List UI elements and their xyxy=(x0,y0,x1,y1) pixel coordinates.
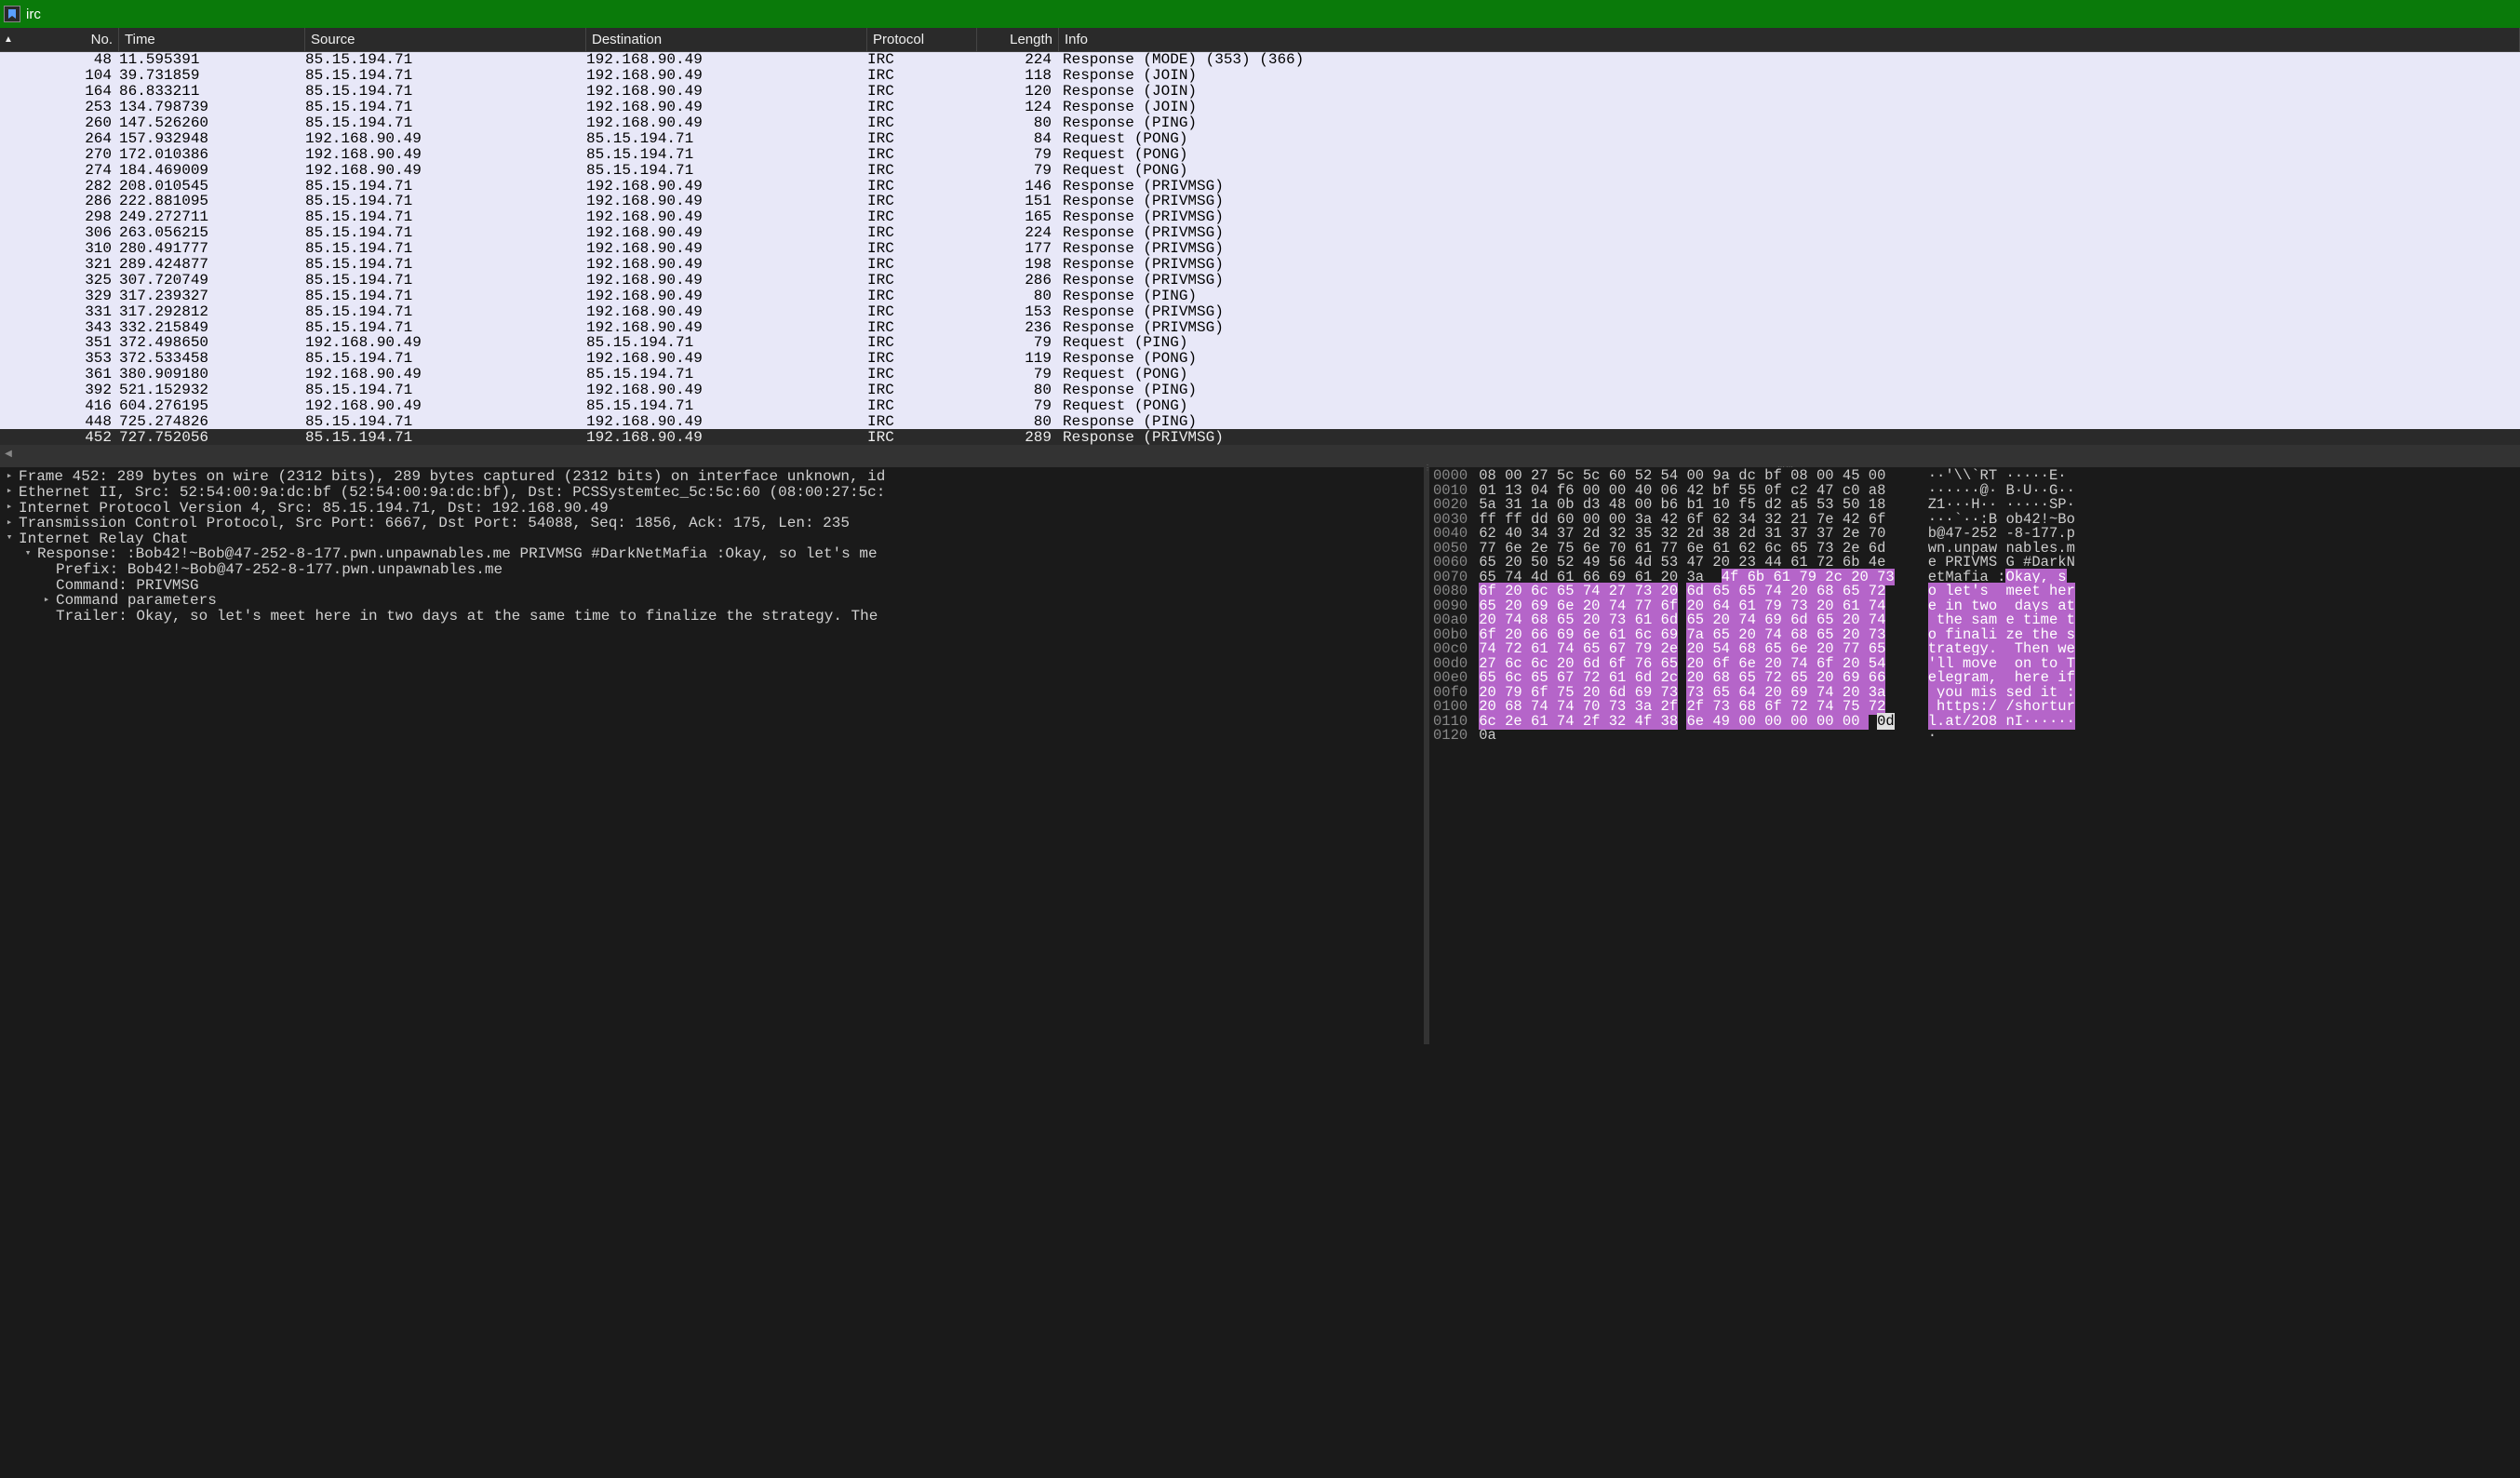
packet-row[interactable]: 331317.29281285.15.194.71192.168.90.49IR… xyxy=(0,303,2520,319)
packet-row[interactable]: 298249.27271185.15.194.71192.168.90.49IR… xyxy=(0,209,2520,225)
tree-item[interactable]: ▸Transmission Control Protocol, Src Port… xyxy=(0,516,1424,531)
disclosure-triangle-icon[interactable]: ▸ xyxy=(0,518,19,529)
tree-item-label: Transmission Control Protocol, Src Port:… xyxy=(19,516,850,531)
tree-item[interactable]: ···Command: PRIVMSG xyxy=(0,578,1424,594)
tree-item-label: Response: :Bob42!~Bob@47-252-8-177.pwn.u… xyxy=(37,546,878,562)
column-header-length[interactable]: Length xyxy=(977,28,1059,51)
packet-row[interactable]: 329317.23932785.15.194.71192.168.90.49IR… xyxy=(0,288,2520,303)
packet-row[interactable]: 343332.21584985.15.194.71192.168.90.49IR… xyxy=(0,319,2520,335)
column-label: Destination xyxy=(592,32,662,47)
tree-item[interactable]: ▸Ethernet II, Src: 52:54:00:9a:dc:bf (52… xyxy=(0,485,1424,501)
packet-row[interactable]: 253134.79873985.15.194.71192.168.90.49IR… xyxy=(0,100,2520,115)
hex-ascii-column[interactable]: ··'\\`RT ·····E·······@· B·U··G··Z1···H·… xyxy=(1928,469,2075,1042)
tree-item[interactable]: ▸Internet Protocol Version 4, Src: 85.15… xyxy=(0,501,1424,517)
packet-details-tree[interactable]: ▸Frame 452: 289 bytes on wire (2312 bits… xyxy=(0,467,1424,1044)
packet-list-header[interactable]: ▲ No. Time Source Destination Protocol Le… xyxy=(0,28,2520,52)
horizontal-scrollbar[interactable]: ◀ xyxy=(0,445,2520,462)
tree-item[interactable]: ▸Frame 452: 289 bytes on wire (2312 bits… xyxy=(0,469,1424,485)
grip-icon: ⋮ xyxy=(1424,464,1429,472)
tree-item-label: Prefix: Bob42!~Bob@47-252-8-177.pwn.unpa… xyxy=(56,562,503,578)
tree-item[interactable]: ···Trailer: Okay, so let's meet here in … xyxy=(0,609,1424,625)
bookmark-icon[interactable] xyxy=(4,6,20,22)
display-filter-bar[interactable]: irc xyxy=(0,0,2520,28)
packet-bytes-pane[interactable]: 0000001000200030004000500060007000800090… xyxy=(1429,467,2520,1044)
packet-row[interactable]: 306263.05621585.15.194.71192.168.90.49IR… xyxy=(0,225,2520,241)
column-label: Protocol xyxy=(873,32,924,47)
packet-row[interactable]: 361380.909180192.168.90.4985.15.194.71IR… xyxy=(0,367,2520,383)
column-label: Source xyxy=(311,32,355,47)
packet-row[interactable]: 286222.88109585.15.194.71192.168.90.49IR… xyxy=(0,194,2520,209)
sort-indicator-icon: ▲ xyxy=(4,34,13,45)
packet-row[interactable]: 260147.52626085.15.194.71192.168.90.49IR… xyxy=(0,115,2520,131)
tree-item-label: Internet Relay Chat xyxy=(19,531,188,547)
tree-item-label: Command: PRIVMSG xyxy=(56,578,199,594)
display-filter-text[interactable]: irc xyxy=(26,7,41,22)
grip-icon: ⋯⋯ xyxy=(1777,463,1794,471)
scroll-left-icon[interactable]: ◀ xyxy=(0,445,17,462)
packet-row[interactable]: 452727.75205685.15.194.71192.168.90.49IR… xyxy=(0,429,2520,445)
column-label: Time xyxy=(125,32,155,47)
tree-item-label: Ethernet II, Src: 52:54:00:9a:dc:bf (52:… xyxy=(19,485,885,501)
packet-row[interactable]: 10439.73185985.15.194.71192.168.90.49IRC… xyxy=(0,68,2520,84)
tree-item[interactable]: ··▸Command parameters xyxy=(0,593,1424,609)
packet-list[interactable]: 4811.59539185.15.194.71192.168.90.49IRC2… xyxy=(0,52,2520,445)
column-header-info[interactable]: Info xyxy=(1059,28,2520,51)
horizontal-splitter[interactable]: ⋯⋯ xyxy=(0,462,2520,467)
column-header-no[interactable]: ▲ No. xyxy=(0,28,119,51)
packet-row[interactable]: 16486.83321185.15.194.71192.168.90.49IRC… xyxy=(0,84,2520,100)
tree-item-label: Command parameters xyxy=(56,593,217,609)
tree-item-label: Frame 452: 289 bytes on wire (2312 bits)… xyxy=(19,469,885,485)
packet-row[interactable]: 4811.59539185.15.194.71192.168.90.49IRC2… xyxy=(0,52,2520,68)
column-header-source[interactable]: Source xyxy=(305,28,586,51)
disclosure-triangle-icon[interactable]: ▾ xyxy=(0,533,19,544)
tree-item[interactable]: ▾Internet Relay Chat xyxy=(0,531,1424,547)
vertical-splitter[interactable]: ⋮ xyxy=(1424,467,1429,1044)
packet-row[interactable]: 351372.498650192.168.90.4985.15.194.71IR… xyxy=(0,335,2520,351)
tree-item-label: Internet Protocol Version 4, Src: 85.15.… xyxy=(19,501,609,517)
packet-row[interactable]: 270172.010386192.168.90.4985.15.194.71IR… xyxy=(0,146,2520,162)
column-label: No. xyxy=(91,32,113,47)
packet-row[interactable]: 416604.276195192.168.90.4985.15.194.71IR… xyxy=(0,398,2520,414)
column-header-protocol[interactable]: Protocol xyxy=(867,28,977,51)
column-label: Info xyxy=(1065,32,1088,47)
packet-row[interactable]: 310280.49177785.15.194.71192.168.90.49IR… xyxy=(0,241,2520,257)
tree-item-label: Trailer: Okay, so let's meet here in two… xyxy=(56,609,878,625)
tree-item[interactable]: ·▾Response: :Bob42!~Bob@47-252-8-177.pwn… xyxy=(0,546,1424,562)
packet-row[interactable]: 353372.53345885.15.194.71192.168.90.49IR… xyxy=(0,351,2520,367)
packet-row[interactable]: 274184.469009192.168.90.4985.15.194.71IR… xyxy=(0,162,2520,178)
disclosure-triangle-icon[interactable]: ▸ xyxy=(0,487,19,497)
packet-row[interactable]: 321289.42487785.15.194.71192.168.90.49IR… xyxy=(0,257,2520,273)
hex-bytes-column[interactable]: 08 00 27 5c 5c 60 52 54 00 9a dc bf 08 0… xyxy=(1479,469,1895,1042)
disclosure-triangle-icon[interactable]: ▸ xyxy=(0,472,19,482)
hex-offsets-column: 0000001000200030004000500060007000800090… xyxy=(1433,469,1468,1042)
packet-row[interactable]: 282208.01054585.15.194.71192.168.90.49IR… xyxy=(0,178,2520,194)
disclosure-triangle-icon[interactable]: ▾ xyxy=(19,549,37,559)
packet-row[interactable]: 325307.72074985.15.194.71192.168.90.49IR… xyxy=(0,272,2520,288)
disclosure-triangle-icon[interactable]: ▸ xyxy=(37,596,56,606)
column-header-destination[interactable]: Destination xyxy=(586,28,867,51)
column-label: Length xyxy=(1010,32,1052,47)
column-header-time[interactable]: Time xyxy=(119,28,305,51)
disclosure-triangle-icon[interactable]: ▸ xyxy=(0,503,19,513)
packet-row[interactable]: 448725.27482685.15.194.71192.168.90.49IR… xyxy=(0,413,2520,429)
tree-item[interactable]: ···Prefix: Bob42!~Bob@47-252-8-177.pwn.u… xyxy=(0,562,1424,578)
packet-row[interactable]: 392521.15293285.15.194.71192.168.90.49IR… xyxy=(0,383,2520,398)
packet-row[interactable]: 264157.932948192.168.90.4985.15.194.71IR… xyxy=(0,130,2520,146)
